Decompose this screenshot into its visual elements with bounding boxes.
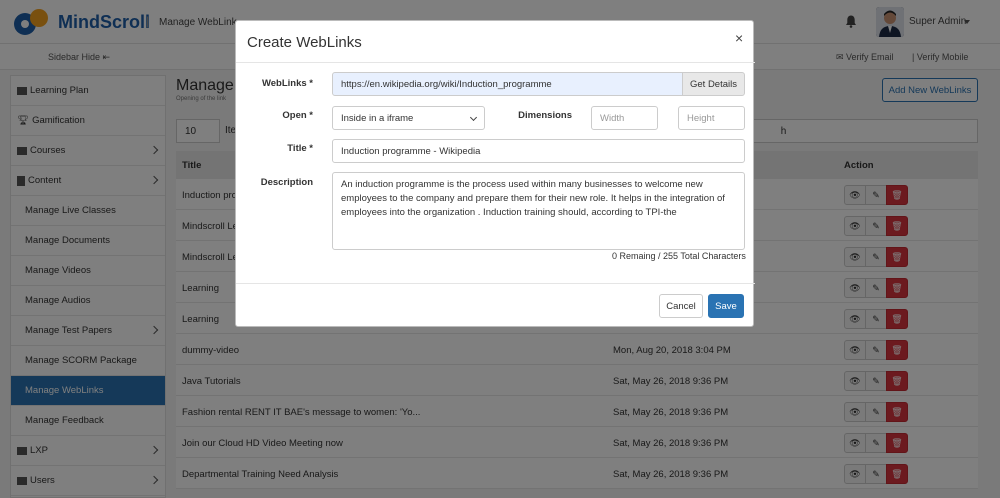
weblinks-label: WebLinks *: [261, 78, 313, 89]
title-label: Title *: [287, 143, 313, 154]
width-placeholder: Width: [600, 113, 625, 124]
dimensions-label: Dimensions: [518, 110, 572, 121]
chevron-down-icon: [469, 113, 478, 122]
width-input[interactable]: Width: [591, 106, 658, 130]
modal-title: Create WebLinks: [247, 34, 362, 51]
description-label: Description: [260, 177, 313, 188]
close-icon[interactable]: ×: [735, 30, 743, 46]
height-placeholder: Height: [687, 113, 715, 124]
cancel-button[interactable]: Cancel: [659, 294, 703, 318]
create-weblinks-modal: Create WebLinks × WebLinks * https://en.…: [235, 20, 755, 327]
height-input[interactable]: Height: [678, 106, 745, 130]
divider: [236, 62, 755, 63]
open-label: Open *: [282, 110, 313, 121]
open-select[interactable]: Inside in a iframe: [332, 106, 485, 130]
description-textarea[interactable]: An induction programme is the process us…: [332, 172, 745, 250]
save-button[interactable]: Save: [708, 294, 744, 318]
get-details-button[interactable]: Get Details: [682, 72, 745, 96]
weblinks-input[interactable]: https://en.wikipedia.org/wiki/Induction_…: [332, 72, 683, 96]
open-select-value: Inside in a iframe: [341, 113, 414, 124]
character-counter: 0 Remaing / 255 Total Characters: [612, 251, 746, 261]
title-input[interactable]: Induction programme - Wikipedia: [332, 139, 745, 163]
divider: [236, 283, 755, 284]
